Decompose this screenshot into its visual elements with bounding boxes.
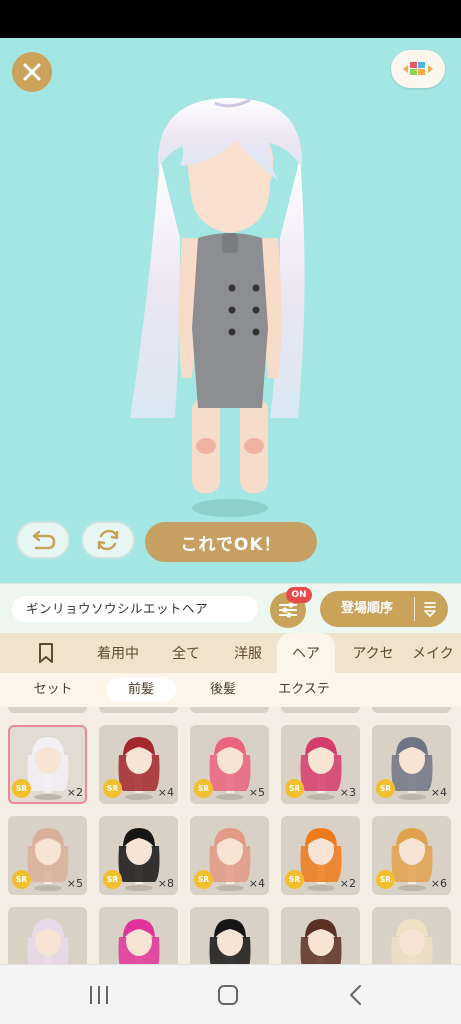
close-icon (23, 63, 41, 81)
status-bar (0, 0, 461, 38)
undo-button[interactable] (16, 521, 70, 559)
hair-item-cell[interactable] (372, 907, 451, 964)
sliders-icon (279, 602, 297, 618)
home-icon[interactable] (216, 983, 240, 1007)
hair-item-cell[interactable]: SR ×8 (99, 816, 178, 895)
hair-item-cell[interactable]: SR ×4 (99, 725, 178, 804)
rarity-badge: SR (285, 779, 304, 798)
rarity-badge: SR (12, 870, 31, 889)
rotate-icon (97, 529, 119, 551)
tab-accessory[interactable]: アクセ (343, 633, 403, 673)
subtab-front-hair[interactable]: 前髪 (106, 678, 176, 702)
item-cell-partial[interactable] (190, 707, 269, 713)
rarity-badge: SR (103, 779, 122, 798)
sort-divider (414, 597, 415, 621)
item-count: ×2 (66, 786, 83, 799)
rarity-badge: SR (194, 870, 213, 889)
item-count: ×4 (430, 786, 447, 799)
item-cell-partial[interactable] (8, 707, 87, 713)
hair-item-cell[interactable]: SR ×5 (8, 816, 87, 895)
hair-item-cell[interactable] (99, 907, 178, 964)
hair-item-cell[interactable] (281, 907, 360, 964)
item-cell-partial[interactable] (372, 707, 451, 713)
hair-item-cell[interactable]: SR ×4 (190, 816, 269, 895)
item-count: ×5 (248, 786, 265, 799)
hair-preview-icon (391, 919, 433, 964)
item-cell-partial[interactable] (99, 707, 178, 713)
rarity-badge: SR (12, 779, 31, 798)
item-count: ×5 (66, 877, 83, 890)
rarity-badge: SR (376, 870, 395, 889)
item-count: ×6 (430, 877, 447, 890)
item-info-bar: ギンリョウソウシルエットヘア ON 登場順序 (0, 583, 461, 633)
tab-makeup[interactable]: メイク (412, 633, 461, 673)
menu-button[interactable] (391, 50, 445, 88)
color-blocks-icon (403, 62, 433, 75)
item-count: ×3 (339, 786, 356, 799)
hair-preview-icon (118, 919, 160, 964)
subtab-set[interactable]: セット (20, 678, 86, 702)
hair-preview-icon (209, 919, 251, 964)
subcategory-tab-bar: セット 前髪 後髪 エクステ (0, 673, 461, 707)
category-tab-bar: 着用中 全て 洋服 ヘア アクセ メイク (0, 633, 461, 673)
hair-item-cell[interactable]: SR ×4 (372, 725, 451, 804)
filter-on-badge: ON (286, 587, 312, 603)
hair-item-cell[interactable]: SR ×2 (281, 816, 360, 895)
recents-icon[interactable] (88, 983, 110, 1007)
back-icon[interactable] (347, 983, 365, 1007)
rarity-badge: SR (103, 870, 122, 889)
subtab-extension[interactable]: エクステ (266, 678, 342, 702)
tab-wearing[interactable]: 着用中 (86, 633, 150, 673)
rotate-button[interactable] (81, 521, 135, 559)
ok-button[interactable]: これでOK！ (145, 522, 317, 562)
hair-item-cell[interactable]: SR ×2 (8, 725, 87, 804)
item-count: ×4 (157, 786, 174, 799)
sort-button[interactable]: 登場順序 (320, 591, 448, 627)
hair-preview-icon (27, 919, 69, 964)
avatar-character (130, 98, 305, 517)
tab-clothes[interactable]: 洋服 (222, 633, 274, 673)
undo-icon (32, 530, 56, 550)
selected-item-name: ギンリョウソウシルエットヘア (12, 596, 258, 622)
hair-item-cell[interactable]: SR ×5 (190, 725, 269, 804)
hair-item-cell[interactable]: SR ×6 (372, 816, 451, 895)
hair-item-cell[interactable] (190, 907, 269, 964)
hair-item-cell[interactable]: SR ×3 (281, 725, 360, 804)
tab-hair[interactable]: ヘア (277, 633, 335, 673)
hair-item-cell[interactable] (8, 907, 87, 964)
bookmark-icon[interactable] (36, 642, 56, 664)
system-nav-bar (0, 964, 461, 1024)
sort-direction-icon[interactable] (420, 599, 440, 619)
avatar-stage: これでOK！ (0, 38, 461, 583)
close-button[interactable] (12, 52, 52, 92)
rarity-badge: SR (376, 779, 395, 798)
item-count: ×8 (157, 877, 174, 890)
item-cell-partial[interactable] (281, 707, 360, 713)
hair-preview-icon (300, 919, 342, 964)
rarity-badge: SR (285, 870, 304, 889)
sort-label: 登場順序 (340, 601, 393, 616)
item-count: ×2 (339, 877, 356, 890)
item-grid: SR ×2 SR ×4 SR ×5 SR ×3 SR ×4 SR ×5 SR ×8 SR ×4 SR ×2 SR ×6 (0, 707, 461, 964)
tab-all[interactable]: 全て (160, 633, 212, 673)
rarity-badge: SR (194, 779, 213, 798)
item-count: ×4 (248, 877, 265, 890)
subtab-back-hair[interactable]: 後髪 (190, 678, 256, 702)
